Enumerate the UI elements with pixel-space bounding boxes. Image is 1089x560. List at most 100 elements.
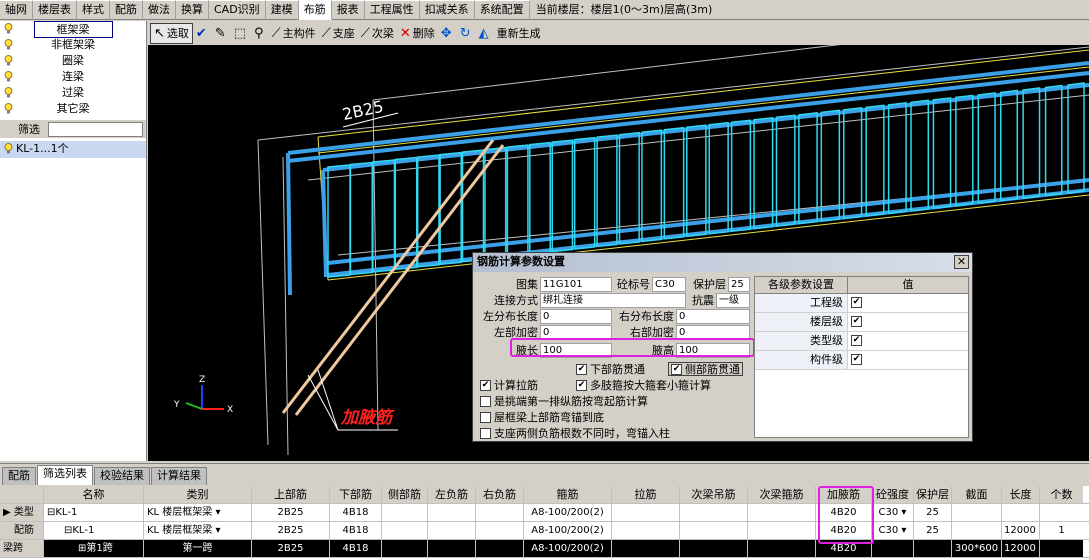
calc-tie-checkbox[interactable]: ✔ 计算拉筋 xyxy=(476,378,576,393)
cell-section[interactable] xyxy=(952,504,1002,521)
secondary-beam-button[interactable]: ⟋ 次梁 xyxy=(358,23,397,44)
level-project-checkbox[interactable]: ✔ xyxy=(851,297,862,308)
cell-bottom-bar[interactable]: 4B18 xyxy=(330,504,382,521)
brush-button[interactable]: ⚲ xyxy=(251,23,269,44)
menu-tab-reinforcement[interactable]: 配筋 xyxy=(110,0,143,20)
cell-stirrup[interactable]: A8-100/200(2) xyxy=(524,522,612,539)
cell-tie[interactable] xyxy=(612,540,680,557)
select-button[interactable]: ↖ 选取 xyxy=(150,22,193,44)
tab-calc-results[interactable]: 计算结果 xyxy=(151,467,207,485)
category-ring-beam[interactable]: 圈梁 xyxy=(0,53,146,69)
cell-name[interactable]: ⊟KL-1 xyxy=(44,504,144,521)
side-bar-through-checkbox[interactable]: ✔ 侧部筋贯通 xyxy=(668,362,743,376)
cover-input[interactable]: 25 xyxy=(728,276,750,292)
cell-top-bar[interactable]: 2B25 xyxy=(252,504,330,521)
cell-sec-stirrup[interactable] xyxy=(748,540,816,557)
level-floor-checkbox[interactable]: ✔ xyxy=(851,316,862,327)
cell-category[interactable]: KL 楼层框架梁 ▾ xyxy=(144,504,252,521)
menu-tab-deduction[interactable]: 扣减关系 xyxy=(419,0,475,20)
table-row[interactable]: ▶ 类型 ⊟KL-1 KL 楼层框架梁 ▾ 2B25 4B18 A8-100/2… xyxy=(0,504,1089,522)
cell-stirrup[interactable]: A8-100/200(2) xyxy=(524,540,612,557)
menu-tab-modeling[interactable]: 建模 xyxy=(265,0,299,20)
cell-right-neg[interactable] xyxy=(476,522,524,539)
cell-hanger[interactable] xyxy=(680,504,748,521)
table-row[interactable]: 配筋 ⊟KL-1 KL 楼层框架梁 ▾ 2B25 4B18 A8-100/200… xyxy=(0,522,1089,540)
list-item-kl1[interactable]: KL-1...1个 xyxy=(0,141,146,158)
cell-side-bar[interactable] xyxy=(382,522,428,539)
dropdown-arrow-icon[interactable]: ▾ xyxy=(216,525,221,536)
cell-cover[interactable] xyxy=(914,540,952,557)
category-frame-beam[interactable]: 框架梁 xyxy=(0,21,146,38)
cell-side-bar[interactable] xyxy=(382,540,428,557)
cell-bottom-bar[interactable]: 4B18 xyxy=(330,540,382,557)
delete-button[interactable]: ✕ 删除 xyxy=(397,23,438,44)
menu-tab-project-props[interactable]: 工程属性 xyxy=(364,0,420,20)
cell-count[interactable] xyxy=(1040,540,1083,557)
cell-bottom-bar[interactable]: 4B18 xyxy=(330,522,382,539)
cell-cover[interactable]: 25 xyxy=(914,522,952,539)
bottom-bar-through-checkbox[interactable]: ✔ 下部筋贯通 xyxy=(576,362,668,377)
cell-name[interactable]: ⊟KL-1 xyxy=(44,522,144,539)
menu-tab-system-config[interactable]: 系统配置 xyxy=(474,0,530,20)
right-dist-input[interactable]: 0 xyxy=(676,308,750,324)
menu-tab-cad[interactable]: CAD识别 xyxy=(209,0,266,20)
cell-category[interactable]: 第一跨 xyxy=(144,540,252,557)
menu-tab-report[interactable]: 报表 xyxy=(331,0,365,20)
cell-concrete[interactable]: C30 ▾ xyxy=(872,504,914,521)
menu-tab-axis[interactable]: 轴网 xyxy=(0,0,33,20)
menu-tab-method[interactable]: 做法 xyxy=(143,0,176,20)
cell-name[interactable]: ⊞第1跨 xyxy=(44,540,144,557)
box-select-button[interactable]: ⬚ xyxy=(231,23,251,44)
category-other-beam[interactable]: 其它梁 xyxy=(0,101,146,117)
menu-tab-convert[interactable]: 换算 xyxy=(176,0,209,20)
support-button[interactable]: ⟋ 支座 xyxy=(319,23,358,44)
tab-filter-list[interactable]: 筛选列表 xyxy=(37,465,93,485)
multi-stirrup-checkbox[interactable]: ✔ 多肢箍按大箍套小箍计算 xyxy=(576,378,711,393)
dropdown-arrow-icon[interactable]: ▾ xyxy=(216,507,221,518)
cell-right-neg[interactable] xyxy=(476,504,524,521)
move-button[interactable]: ✥ xyxy=(438,23,457,44)
category-lintel[interactable]: 过梁 xyxy=(0,85,146,101)
cell-stirrup[interactable]: A8-100/200(2) xyxy=(524,504,612,521)
cell-left-neg[interactable] xyxy=(428,504,476,521)
cell-sec-stirrup[interactable] xyxy=(748,504,816,521)
cell-count[interactable] xyxy=(1040,504,1083,521)
category-link-beam[interactable]: 连梁 xyxy=(0,69,146,85)
tab-reinforcement[interactable]: 配筋 xyxy=(2,467,36,485)
cell-right-neg[interactable] xyxy=(476,540,524,557)
cell-length[interactable]: 12000 xyxy=(1002,540,1040,557)
cell-concrete[interactable] xyxy=(872,540,914,557)
atlas-select[interactable]: 11G101 xyxy=(540,276,612,292)
cell-top-bar[interactable]: 2B25 xyxy=(252,540,330,557)
tab-check-results[interactable]: 校验结果 xyxy=(94,467,150,485)
menu-tab-floor-table[interactable]: 楼层表 xyxy=(33,0,77,20)
edit-button[interactable]: ✎ xyxy=(212,23,231,44)
cell-top-bar[interactable]: 2B25 xyxy=(252,522,330,539)
connection-input[interactable]: 绑扎连接 xyxy=(540,292,686,308)
cell-sec-stirrup[interactable] xyxy=(748,522,816,539)
cell-tie[interactable] xyxy=(612,522,680,539)
dialog-close-button[interactable]: ✕ xyxy=(954,255,969,269)
cell-length[interactable]: 12000 xyxy=(1002,522,1040,539)
cell-count[interactable]: 1 xyxy=(1040,522,1083,539)
cell-concrete[interactable]: C30 ▾ xyxy=(872,522,914,539)
cell-category[interactable]: KL 楼层框架梁 ▾ xyxy=(144,522,252,539)
level-type-checkbox[interactable]: ✔ xyxy=(851,335,862,346)
cell-length[interactable] xyxy=(1002,504,1040,521)
cell-section[interactable]: 300*600 xyxy=(952,540,1002,557)
cell-tie[interactable] xyxy=(612,504,680,521)
roof-beam-anchor-checkbox[interactable]: 屋框梁上部筋弯锚到底 xyxy=(476,410,604,425)
menu-tab-style[interactable]: 样式 xyxy=(77,0,110,20)
category-non-frame-beam[interactable]: 非框架梁 xyxy=(0,37,146,53)
menu-tab-rebar-layout[interactable]: 布筋 xyxy=(298,0,332,20)
cell-cover[interactable]: 25 xyxy=(914,504,952,521)
level-member-checkbox[interactable]: ✔ xyxy=(851,354,862,365)
cell-side-bar[interactable] xyxy=(382,504,428,521)
confirm-button[interactable]: ✔ xyxy=(193,23,212,44)
concrete-select[interactable]: C30 xyxy=(652,276,686,292)
support-neg-anchor-checkbox[interactable]: 支座两侧负筋根数不同时，弯锚入柱 xyxy=(476,426,670,441)
cantilever-bent-checkbox[interactable]: 是挑端第一排纵筋按弯起筋计算 xyxy=(476,394,648,409)
rotate-button[interactable]: ↻ xyxy=(457,23,476,44)
table-row[interactable]: 梁跨 ⊞第1跨 第一跨 2B25 4B18 A8-100/200(2) 4B20… xyxy=(0,540,1089,558)
cell-left-neg[interactable] xyxy=(428,522,476,539)
